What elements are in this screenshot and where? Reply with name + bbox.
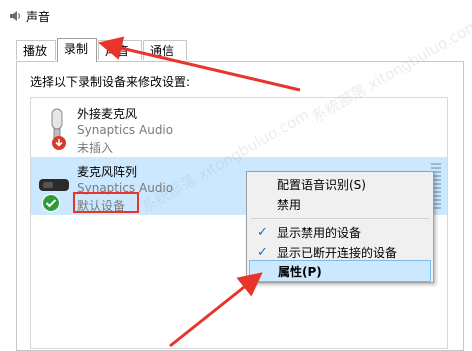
- speaker-icon: [10, 11, 21, 21]
- menu-item-label: 属性(P): [278, 265, 322, 279]
- menu-item-disable[interactable]: 禁用: [247, 194, 433, 216]
- check-icon: ✓: [257, 225, 268, 240]
- menu-item-properties[interactable]: 属性(P): [249, 260, 431, 282]
- tab-playback[interactable]: 播放: [16, 40, 56, 60]
- microphone-icon: [51, 108, 66, 150]
- menu-item-show-disabled[interactable]: ✓ 显示禁用的设备: [247, 222, 433, 244]
- mic-array-icon: [39, 179, 69, 212]
- menu-separator: [251, 218, 429, 219]
- tab-sounds[interactable]: 声音: [98, 40, 142, 60]
- tab-recording[interactable]: 录制: [57, 38, 97, 62]
- device-driver: Synaptics Audio: [77, 181, 174, 195]
- context-menu: 配置语音识别(S) 禁用 ✓ 显示禁用的设备 ✓ 显示已断开连接的设备 属性(P…: [246, 171, 434, 283]
- device-name: 麦克风阵列: [77, 165, 138, 179]
- instructions-text: 选择以下录制设备来修改设置:: [30, 75, 191, 89]
- device-name: 外接麦克风: [77, 107, 138, 121]
- window-title: 声音: [26, 10, 51, 24]
- menu-item-label: 禁用: [277, 198, 302, 212]
- title-bar: 声音: [0, 0, 472, 32]
- menu-item-label: 显示禁用的设备: [277, 226, 362, 240]
- device-status: 未插入: [77, 141, 114, 155]
- device-row[interactable]: 外接麦克风 Synaptics Audio 未插入: [31, 99, 447, 157]
- menu-item-label: 配置语音识别(S): [277, 178, 366, 192]
- menu-item-configure-speech[interactable]: 配置语音识别(S): [247, 174, 433, 196]
- device-driver: Synaptics Audio: [77, 123, 174, 137]
- device-status: 默认设备: [77, 199, 126, 213]
- tab-communications[interactable]: 通信: [143, 40, 187, 60]
